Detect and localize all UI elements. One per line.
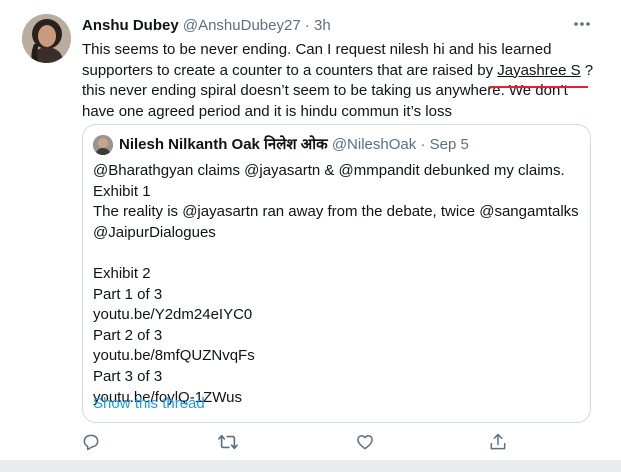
retweet-button[interactable] [214,428,242,456]
tweet-text-fragment: ? [580,61,594,79]
quoted-separator: · [420,136,426,153]
tweet-text-line: this never ending spiral doesn’t seem to… [82,82,568,99]
header-separator: · [304,17,310,34]
quoted-text: @Bharathgyan claims @jayasartn & @mmpand… [93,161,579,408]
mention-link[interactable]: Jayashree S [497,62,580,79]
quoted-line: Part 3 of 3 [93,367,163,385]
quoted-line [93,243,579,264]
author-avatar-image [22,14,71,63]
quoted-line: Part 1 of 3 [93,285,163,303]
quoted-line: Exhibit 2 [93,264,151,282]
more-button[interactable] [572,16,592,32]
share-icon [490,433,506,450]
quoted-line: The reality is @jayasartn ran away from … [93,203,579,221]
like-icon [357,435,373,450]
show-thread-link[interactable]: Show this thread [93,394,205,414]
tweet-actions [0,428,621,456]
reply-button[interactable] [77,428,105,456]
more-icon [574,22,590,26]
timeline-divider [0,460,621,472]
reply-icon [83,434,99,451]
quoted-author-avatar[interactable] [93,135,113,155]
quoted-link[interactable]: youtu.be/8mfQUZNvqFs [93,346,579,367]
tweet-header: Anshu Dubey @AnshuDubey27 · 3h [82,16,331,36]
quoted-line: Part 2 of 3 [93,326,163,344]
quoted-author-name[interactable]: Nilesh Nilkanth Oak निलेश ओक [119,136,328,153]
share-button[interactable] [484,428,512,456]
tweet-text: This seems to be never ending. Can I req… [82,40,602,122]
like-button[interactable] [351,428,379,456]
quoted-avatar-image [93,135,113,155]
quoted-line: Exhibit 1 [93,182,151,200]
red-underline-annotation [489,86,588,88]
author-avatar[interactable] [22,14,71,63]
author-name[interactable]: Anshu Dubey [82,17,179,34]
tweet-text-line: This seems to be never ending. Can I req… [82,41,552,58]
retweet-icon [218,434,238,450]
quoted-link[interactable]: youtu.be/Y2dm24eIYC0 [93,305,579,326]
quoted-line: @JaipurDialogues [93,223,216,241]
quoted-date[interactable]: Sep 5 [430,136,469,153]
tweet-text-fragment: supporters to create a counter to a coun… [82,61,498,79]
tweet-text-line: have one agreed period and it is hindu c… [82,102,452,120]
quoted-author-handle[interactable]: @NileshOak [332,136,416,153]
author-handle[interactable]: @AnshuDubey27 [183,17,301,34]
tweet-text-line: supporters to create a counter to a coun… [82,61,602,82]
tweet[interactable]: Anshu Dubey @AnshuDubey27 · 3h This seem… [0,0,621,460]
quoted-header: Nilesh Nilkanth Oak निलेश ओक @NileshOak … [119,135,469,155]
quoted-tweet[interactable]: Nilesh Nilkanth Oak निलेश ओक @NileshOak … [82,124,591,423]
tweet-time[interactable]: 3h [314,17,331,34]
quoted-line: @Bharathgyan claims @jayasartn & @mmpand… [93,162,565,179]
